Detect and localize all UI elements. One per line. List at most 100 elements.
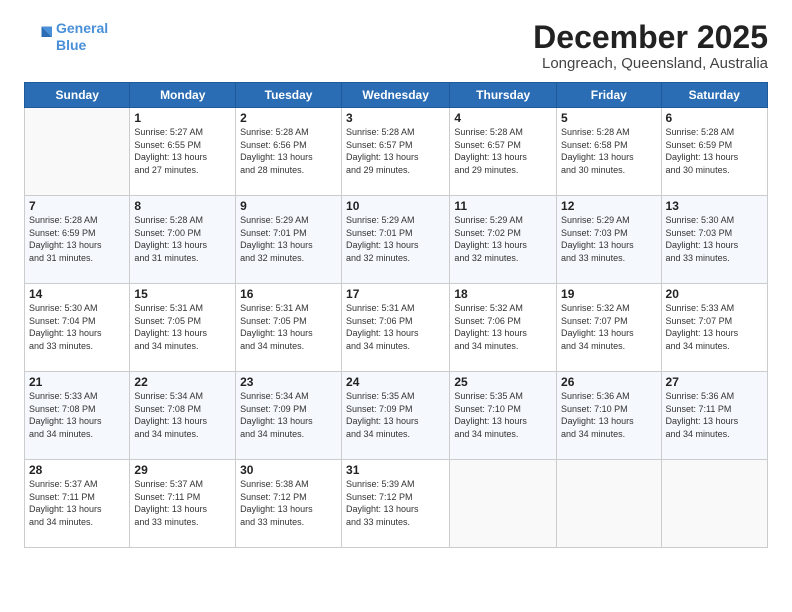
day-number: 16 (240, 287, 337, 301)
calendar-cell: 15Sunrise: 5:31 AM Sunset: 7:05 PM Dayli… (130, 284, 236, 372)
weekday-header-wednesday: Wednesday (342, 83, 450, 108)
week-row-2: 7Sunrise: 5:28 AM Sunset: 6:59 PM Daylig… (25, 196, 768, 284)
weekday-header-saturday: Saturday (661, 83, 767, 108)
day-info: Sunrise: 5:30 AM Sunset: 7:04 PM Dayligh… (29, 302, 125, 352)
day-info: Sunrise: 5:29 AM Sunset: 7:01 PM Dayligh… (346, 214, 445, 264)
day-info: Sunrise: 5:33 AM Sunset: 7:07 PM Dayligh… (666, 302, 763, 352)
weekday-header-thursday: Thursday (450, 83, 557, 108)
day-info: Sunrise: 5:28 AM Sunset: 6:56 PM Dayligh… (240, 126, 337, 176)
day-number: 26 (561, 375, 656, 389)
day-number: 13 (666, 199, 763, 213)
calendar-cell (25, 108, 130, 196)
calendar-cell: 4Sunrise: 5:28 AM Sunset: 6:57 PM Daylig… (450, 108, 557, 196)
day-info: Sunrise: 5:28 AM Sunset: 6:57 PM Dayligh… (454, 126, 552, 176)
day-info: Sunrise: 5:35 AM Sunset: 7:09 PM Dayligh… (346, 390, 445, 440)
calendar-cell: 12Sunrise: 5:29 AM Sunset: 7:03 PM Dayli… (557, 196, 661, 284)
day-info: Sunrise: 5:28 AM Sunset: 6:57 PM Dayligh… (346, 126, 445, 176)
day-info: Sunrise: 5:27 AM Sunset: 6:55 PM Dayligh… (134, 126, 231, 176)
logo-text: General Blue (56, 20, 108, 54)
day-number: 12 (561, 199, 656, 213)
day-number: 30 (240, 463, 337, 477)
day-number: 9 (240, 199, 337, 213)
calendar-cell: 27Sunrise: 5:36 AM Sunset: 7:11 PM Dayli… (661, 372, 767, 460)
day-info: Sunrise: 5:37 AM Sunset: 7:11 PM Dayligh… (29, 478, 125, 528)
day-number: 15 (134, 287, 231, 301)
calendar-cell: 16Sunrise: 5:31 AM Sunset: 7:05 PM Dayli… (236, 284, 342, 372)
logo-line1: General (56, 20, 108, 36)
calendar-cell: 20Sunrise: 5:33 AM Sunset: 7:07 PM Dayli… (661, 284, 767, 372)
day-number: 14 (29, 287, 125, 301)
day-number: 8 (134, 199, 231, 213)
day-number: 4 (454, 111, 552, 125)
day-info: Sunrise: 5:34 AM Sunset: 7:09 PM Dayligh… (240, 390, 337, 440)
day-info: Sunrise: 5:31 AM Sunset: 7:05 PM Dayligh… (134, 302, 231, 352)
header: General Blue December 2025 Longreach, Qu… (24, 20, 768, 72)
day-info: Sunrise: 5:34 AM Sunset: 7:08 PM Dayligh… (134, 390, 231, 440)
day-number: 29 (134, 463, 231, 477)
day-number: 1 (134, 111, 231, 125)
day-info: Sunrise: 5:28 AM Sunset: 6:59 PM Dayligh… (29, 214, 125, 264)
calendar-cell: 1Sunrise: 5:27 AM Sunset: 6:55 PM Daylig… (130, 108, 236, 196)
day-info: Sunrise: 5:36 AM Sunset: 7:11 PM Dayligh… (666, 390, 763, 440)
day-info: Sunrise: 5:37 AM Sunset: 7:11 PM Dayligh… (134, 478, 231, 528)
calendar-cell: 29Sunrise: 5:37 AM Sunset: 7:11 PM Dayli… (130, 460, 236, 548)
day-number: 6 (666, 111, 763, 125)
calendar-cell: 21Sunrise: 5:33 AM Sunset: 7:08 PM Dayli… (25, 372, 130, 460)
day-number: 19 (561, 287, 656, 301)
week-row-5: 28Sunrise: 5:37 AM Sunset: 7:11 PM Dayli… (25, 460, 768, 548)
month-title: December 2025 (533, 20, 768, 55)
day-number: 22 (134, 375, 231, 389)
location: Longreach, Queensland, Australia (533, 55, 768, 72)
calendar-cell: 5Sunrise: 5:28 AM Sunset: 6:58 PM Daylig… (557, 108, 661, 196)
day-number: 5 (561, 111, 656, 125)
calendar-cell (557, 460, 661, 548)
day-info: Sunrise: 5:33 AM Sunset: 7:08 PM Dayligh… (29, 390, 125, 440)
day-info: Sunrise: 5:29 AM Sunset: 7:03 PM Dayligh… (561, 214, 656, 264)
calendar-cell: 7Sunrise: 5:28 AM Sunset: 6:59 PM Daylig… (25, 196, 130, 284)
logo-line2: Blue (56, 37, 86, 53)
day-info: Sunrise: 5:30 AM Sunset: 7:03 PM Dayligh… (666, 214, 763, 264)
day-number: 27 (666, 375, 763, 389)
calendar-cell: 26Sunrise: 5:36 AM Sunset: 7:10 PM Dayli… (557, 372, 661, 460)
weekday-header-row: SundayMondayTuesdayWednesdayThursdayFrid… (25, 83, 768, 108)
calendar-cell: 14Sunrise: 5:30 AM Sunset: 7:04 PM Dayli… (25, 284, 130, 372)
day-number: 25 (454, 375, 552, 389)
weekday-header-sunday: Sunday (25, 83, 130, 108)
day-number: 21 (29, 375, 125, 389)
calendar-cell: 10Sunrise: 5:29 AM Sunset: 7:01 PM Dayli… (342, 196, 450, 284)
day-info: Sunrise: 5:35 AM Sunset: 7:10 PM Dayligh… (454, 390, 552, 440)
calendar-cell: 2Sunrise: 5:28 AM Sunset: 6:56 PM Daylig… (236, 108, 342, 196)
day-number: 23 (240, 375, 337, 389)
day-info: Sunrise: 5:38 AM Sunset: 7:12 PM Dayligh… (240, 478, 337, 528)
calendar-cell: 18Sunrise: 5:32 AM Sunset: 7:06 PM Dayli… (450, 284, 557, 372)
day-number: 31 (346, 463, 445, 477)
logo: General Blue (24, 20, 108, 54)
calendar-cell: 8Sunrise: 5:28 AM Sunset: 7:00 PM Daylig… (130, 196, 236, 284)
week-row-3: 14Sunrise: 5:30 AM Sunset: 7:04 PM Dayli… (25, 284, 768, 372)
calendar-cell: 24Sunrise: 5:35 AM Sunset: 7:09 PM Dayli… (342, 372, 450, 460)
day-info: Sunrise: 5:28 AM Sunset: 7:00 PM Dayligh… (134, 214, 231, 264)
calendar-cell: 11Sunrise: 5:29 AM Sunset: 7:02 PM Dayli… (450, 196, 557, 284)
weekday-header-tuesday: Tuesday (236, 83, 342, 108)
page: General Blue December 2025 Longreach, Qu… (0, 0, 792, 612)
week-row-1: 1Sunrise: 5:27 AM Sunset: 6:55 PM Daylig… (25, 108, 768, 196)
day-number: 20 (666, 287, 763, 301)
calendar-cell: 25Sunrise: 5:35 AM Sunset: 7:10 PM Dayli… (450, 372, 557, 460)
day-number: 7 (29, 199, 125, 213)
calendar-cell (661, 460, 767, 548)
logo-icon (24, 23, 52, 51)
calendar-cell: 30Sunrise: 5:38 AM Sunset: 7:12 PM Dayli… (236, 460, 342, 548)
calendar-cell: 31Sunrise: 5:39 AM Sunset: 7:12 PM Dayli… (342, 460, 450, 548)
day-number: 17 (346, 287, 445, 301)
day-info: Sunrise: 5:39 AM Sunset: 7:12 PM Dayligh… (346, 478, 445, 528)
calendar-cell: 28Sunrise: 5:37 AM Sunset: 7:11 PM Dayli… (25, 460, 130, 548)
day-info: Sunrise: 5:31 AM Sunset: 7:05 PM Dayligh… (240, 302, 337, 352)
day-info: Sunrise: 5:28 AM Sunset: 6:59 PM Dayligh… (666, 126, 763, 176)
weekday-header-monday: Monday (130, 83, 236, 108)
calendar-cell: 23Sunrise: 5:34 AM Sunset: 7:09 PM Dayli… (236, 372, 342, 460)
calendar-cell: 13Sunrise: 5:30 AM Sunset: 7:03 PM Dayli… (661, 196, 767, 284)
day-info: Sunrise: 5:28 AM Sunset: 6:58 PM Dayligh… (561, 126, 656, 176)
day-info: Sunrise: 5:29 AM Sunset: 7:02 PM Dayligh… (454, 214, 552, 264)
calendar-cell: 9Sunrise: 5:29 AM Sunset: 7:01 PM Daylig… (236, 196, 342, 284)
calendar: SundayMondayTuesdayWednesdayThursdayFrid… (24, 82, 768, 548)
